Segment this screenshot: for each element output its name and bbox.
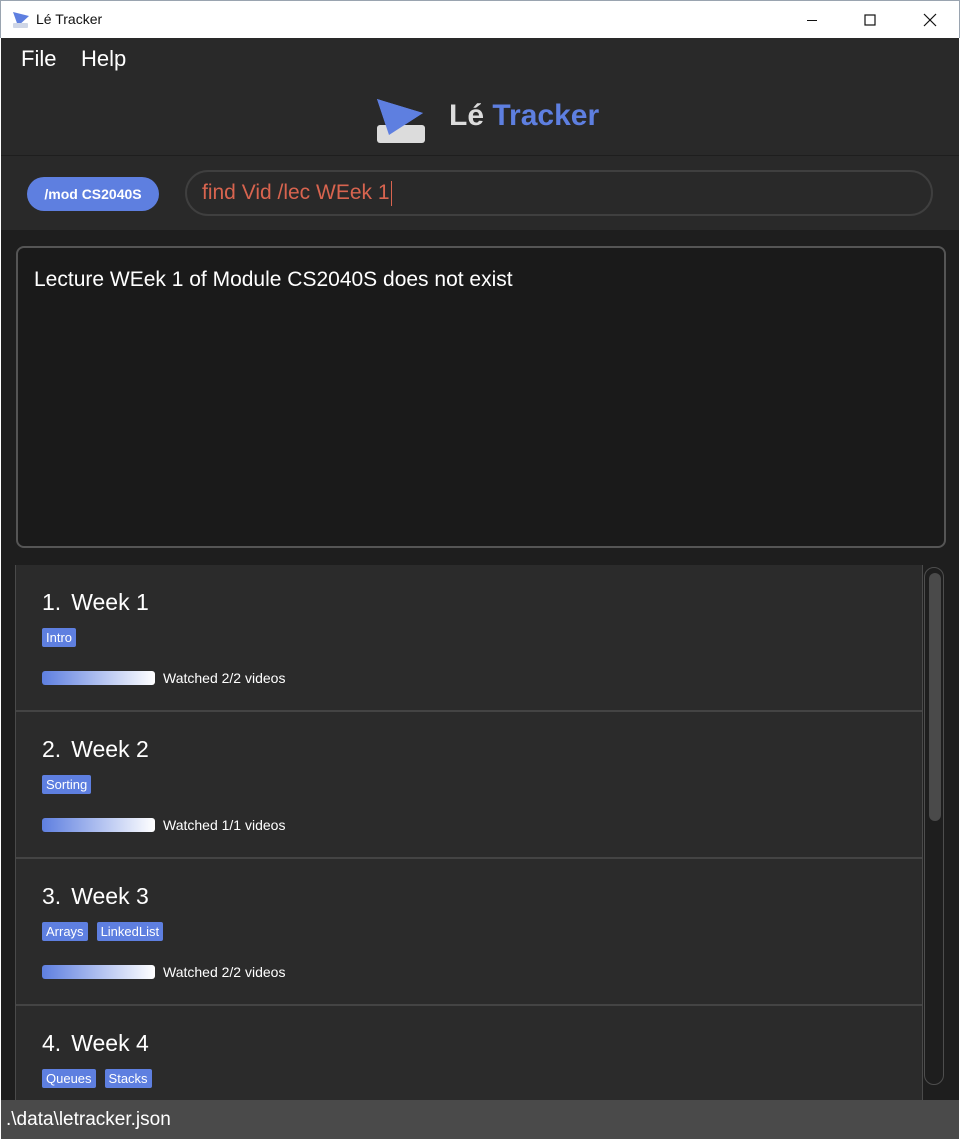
app-logo-text: Lé Tracker: [449, 99, 599, 133]
tag: Intro: [42, 628, 77, 647]
tag: Stacks: [104, 1069, 152, 1088]
result-display[interactable]: Lecture WEek 1 of Module CS2040S does no…: [16, 246, 946, 548]
lecture-index: 3.: [42, 883, 62, 909]
app-header: Lé Tracker: [1, 82, 959, 156]
tag: Queues: [42, 1069, 96, 1088]
logo-le-text: Lé: [449, 99, 485, 132]
lecture-index: 2.: [42, 736, 62, 762]
lecture-tags: Arrays LinkedList: [42, 922, 164, 941]
result-display-area: Lecture WEek 1 of Module CS2040S does no…: [1, 230, 959, 565]
lecture-name: Week 3: [71, 883, 149, 909]
lecture-list[interactable]: 1. Week 1 Intro Watched 2/2 videos 2. Week…: [15, 565, 923, 1100]
app-logo-icon: [377, 99, 425, 143]
menu-help[interactable]: Help: [81, 46, 126, 72]
tag: Arrays: [42, 922, 88, 941]
scrollbar-thumb[interactable]: [929, 573, 941, 821]
close-button[interactable]: [901, 1, 959, 39]
watch-progress-label: Watched 2/2 videos: [163, 964, 286, 980]
lecture-index: 1.: [42, 589, 62, 615]
data-file-path: .\data\letracker.json: [6, 1109, 171, 1130]
minimize-icon: [807, 20, 817, 21]
watch-progress-bar: [42, 965, 155, 979]
result-message: Lecture WEek 1 of Module CS2040S does no…: [34, 268, 513, 291]
lecture-tags: Intro: [42, 628, 77, 647]
lecture-tags: Queues Stacks: [42, 1069, 152, 1088]
minimize-button[interactable]: [783, 1, 841, 39]
command-input-text: find Vid /lec WEek 1: [202, 181, 390, 204]
maximize-icon: [864, 14, 876, 26]
lecture-card[interactable]: 2. Week 2 Sorting Watched 1/1 videos: [16, 712, 922, 859]
lecture-index: 4.: [42, 1030, 62, 1056]
app-logo-icon: [13, 12, 29, 28]
lecture-name: Week 2: [71, 736, 149, 762]
close-icon: [923, 13, 937, 27]
status-bar: .\data\letracker.json: [1, 1100, 959, 1139]
tag: LinkedList: [96, 922, 164, 941]
watch-progress-bar: [42, 818, 155, 832]
text-cursor: [390, 180, 392, 206]
watch-progress-label: Watched 1/1 videos: [163, 817, 286, 833]
maximize-button[interactable]: [841, 1, 899, 39]
window-titlebar: Lé Tracker: [0, 0, 960, 38]
window-title: Lé Tracker: [36, 11, 103, 27]
lecture-title: 4. Week 4: [42, 1030, 149, 1057]
lecture-list-area: 1. Week 1 Intro Watched 2/2 videos 2. Week…: [1, 565, 959, 1100]
lecture-name: Week 1: [71, 589, 149, 615]
lecture-name: Week 4: [71, 1030, 149, 1056]
menu-file[interactable]: File: [21, 46, 56, 72]
lecture-card[interactable]: 1. Week 1 Intro Watched 2/2 videos: [16, 565, 922, 712]
lecture-card[interactable]: 3. Week 3 Arrays LinkedList Watched 2/2 v…: [16, 859, 922, 1006]
logo-tracker-text: Tracker: [492, 99, 600, 132]
command-bar: /mod CS2040S find Vid /lec WEek 1: [1, 157, 959, 230]
lecture-title: 2. Week 2: [42, 736, 149, 763]
command-input[interactable]: find Vid /lec WEek 1: [185, 170, 933, 216]
lecture-title: 3. Week 3: [42, 883, 149, 910]
watch-progress-bar: [42, 671, 155, 685]
menu-bar: File Help: [1, 38, 959, 82]
lecture-tags: Sorting: [42, 775, 92, 794]
watch-progress-label: Watched 2/2 videos: [163, 670, 286, 686]
app-window: File Help Lé Tracker /mod CS2040S find V…: [1, 38, 959, 1139]
tag: Sorting: [42, 775, 92, 794]
lecture-card[interactable]: 4. Week 4 Queues Stacks: [16, 1006, 922, 1100]
module-context-pill[interactable]: /mod CS2040S: [27, 177, 159, 211]
lecture-title: 1. Week 1: [42, 589, 149, 616]
